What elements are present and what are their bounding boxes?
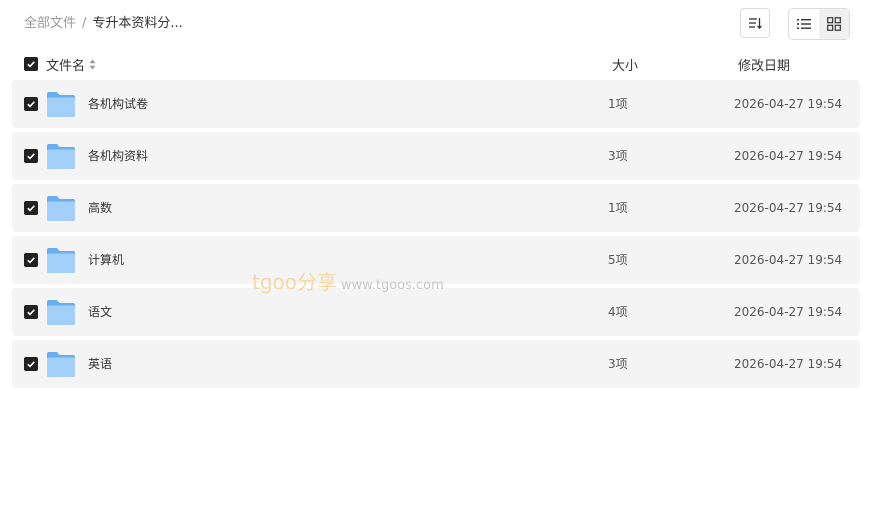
file-list: 各机构试卷 1项 2026-04-27 19:54 各机构资料 3项 2026-… xyxy=(12,80,860,392)
folder-icon xyxy=(47,144,75,169)
check-icon xyxy=(27,153,35,160)
column-header-name[interactable]: 文件名 xyxy=(46,55,96,74)
row-name[interactable]: 语文 xyxy=(88,304,112,320)
row-date: 2026-04-27 19:54 xyxy=(734,97,843,111)
row-checkbox[interactable] xyxy=(24,357,38,371)
check-icon xyxy=(27,61,35,68)
check-icon xyxy=(27,101,35,108)
check-icon xyxy=(27,257,35,264)
table-row[interactable]: 高数 1项 2026-04-27 19:54 xyxy=(12,184,860,232)
table-row[interactable]: 英语 3项 2026-04-27 19:54 xyxy=(12,340,860,388)
folder-icon xyxy=(47,196,75,221)
sort-icon xyxy=(749,18,762,30)
row-date: 2026-04-27 19:54 xyxy=(734,357,843,371)
row-checkbox[interactable] xyxy=(24,305,38,319)
check-icon xyxy=(27,361,35,368)
breadcrumb: 全部文件 / 专升本资料分... xyxy=(24,15,183,33)
select-all-checkbox[interactable] xyxy=(24,57,38,71)
breadcrumb-current: 专升本资料分... xyxy=(92,16,183,31)
row-size: 1项 xyxy=(608,97,628,111)
breadcrumb-root[interactable]: 全部文件 xyxy=(24,16,76,31)
table-row[interactable]: 各机构试卷 1项 2026-04-27 19:54 xyxy=(12,80,860,128)
row-name[interactable]: 各机构资料 xyxy=(88,148,148,164)
list-view-button[interactable] xyxy=(789,9,819,39)
row-size: 5项 xyxy=(608,253,628,267)
folder-icon xyxy=(47,300,75,325)
row-size: 1项 xyxy=(608,201,628,215)
sort-button[interactable] xyxy=(740,8,770,38)
sort-toggle-icon xyxy=(89,59,96,70)
row-size: 3项 xyxy=(608,149,628,163)
column-header-size[interactable]: 大小 xyxy=(612,55,638,74)
top-bar: 全部文件 / 专升本资料分... xyxy=(0,0,874,48)
row-date: 2026-04-27 19:54 xyxy=(734,253,843,267)
folder-icon xyxy=(47,352,75,377)
folder-icon xyxy=(47,248,75,273)
breadcrumb-separator: / xyxy=(82,16,87,31)
row-checkbox[interactable] xyxy=(24,97,38,111)
row-name[interactable]: 计算机 xyxy=(88,252,124,268)
view-toggle xyxy=(788,8,850,40)
grid-view-icon xyxy=(827,17,841,31)
row-checkbox[interactable] xyxy=(24,149,38,163)
column-header-name-label: 文件名 xyxy=(46,59,86,74)
row-name[interactable]: 高数 xyxy=(88,200,112,216)
table-row[interactable]: 各机构资料 3项 2026-04-27 19:54 xyxy=(12,132,860,180)
table-header: 文件名 大小 修改日期 xyxy=(12,52,860,76)
column-header-date[interactable]: 修改日期 xyxy=(738,55,790,74)
list-view-icon xyxy=(797,19,811,29)
folder-icon xyxy=(47,92,75,117)
row-name[interactable]: 各机构试卷 xyxy=(88,96,148,112)
row-name[interactable]: 英语 xyxy=(88,356,112,372)
table-row[interactable]: 计算机 5项 2026-04-27 19:54 xyxy=(12,236,860,284)
table-row[interactable]: 语文 4项 2026-04-27 19:54 xyxy=(12,288,860,336)
row-checkbox[interactable] xyxy=(24,253,38,267)
row-date: 2026-04-27 19:54 xyxy=(734,305,843,319)
check-icon xyxy=(27,205,35,212)
row-date: 2026-04-27 19:54 xyxy=(734,201,843,215)
check-icon xyxy=(27,309,35,316)
grid-view-button[interactable] xyxy=(819,9,849,39)
row-size: 4项 xyxy=(608,305,628,319)
row-date: 2026-04-27 19:54 xyxy=(734,149,843,163)
row-checkbox[interactable] xyxy=(24,201,38,215)
row-size: 3项 xyxy=(608,357,628,371)
